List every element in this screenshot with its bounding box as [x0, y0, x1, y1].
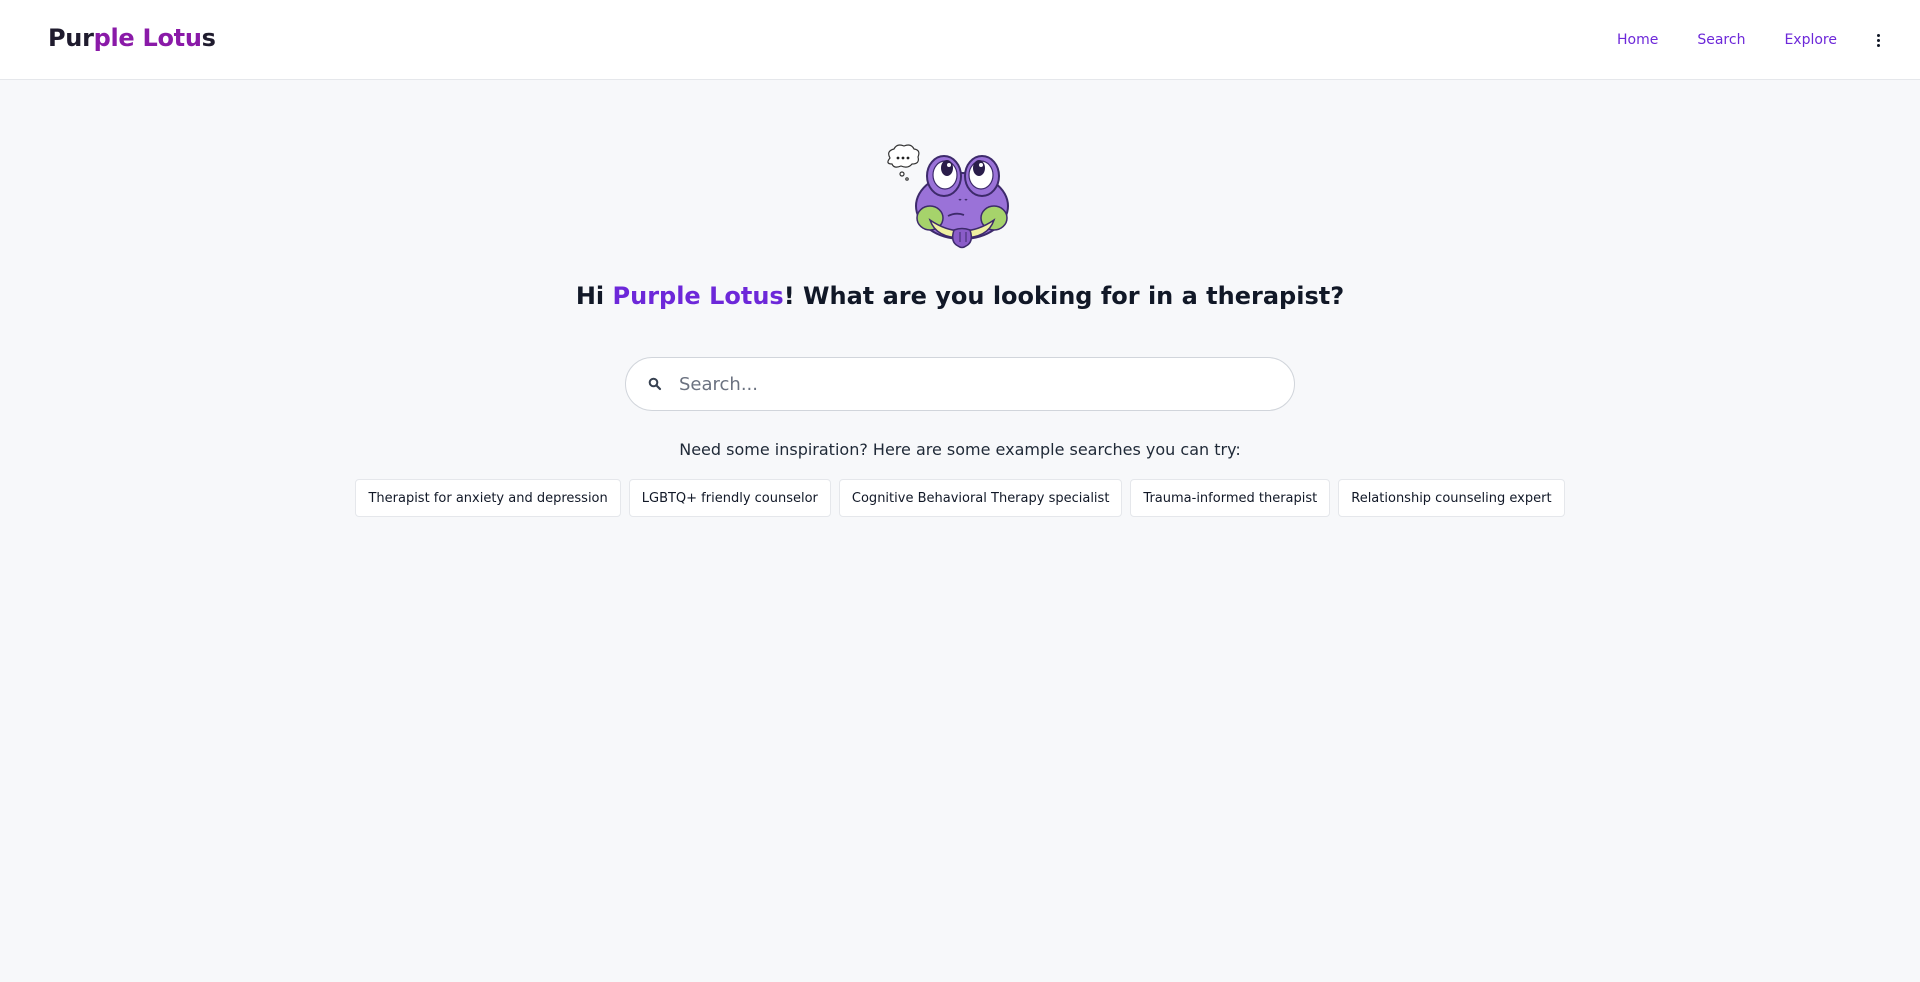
search-icon — [648, 377, 662, 391]
inspiration-text: Need some inspiration? Here are some exa… — [679, 440, 1241, 459]
example-search-chip[interactable]: Therapist for anxiety and depression — [355, 479, 621, 517]
main-nav: Home Search Explore — [1617, 0, 1920, 80]
more-vertical-icon — [1876, 33, 1880, 37]
search-bar — [625, 357, 1295, 411]
thinking-frog-mascot-icon — [887, 144, 1009, 249]
brand-text-end: s — [201, 24, 216, 52]
brand-text-start: Pur — [48, 24, 94, 52]
example-search-chip[interactable]: Cognitive Behavioral Therapy specialist — [838, 479, 1123, 517]
more-menu-button[interactable] — [1868, 28, 1888, 52]
example-searches: Therapist for anxiety and depression LGB… — [0, 479, 1920, 517]
nav-home-link[interactable]: Home — [1617, 32, 1658, 48]
search-input[interactable] — [679, 358, 1294, 410]
brand-logo-link[interactable]: Purple Lotus — [48, 24, 216, 52]
page-title: Hi Purple Lotus! What are you looking fo… — [0, 282, 1920, 310]
more-dot — [1876, 38, 1880, 42]
greeting-prefix: Hi — [575, 282, 613, 310]
brand-text-highlight: ple Lotu — [93, 24, 202, 52]
nav-search-link[interactable]: Search — [1697, 32, 1745, 48]
top-navbar: Purple Lotus Home Search Explore — [0, 0, 1920, 80]
example-search-chip[interactable]: Relationship counseling expert — [1338, 479, 1565, 517]
example-search-chip[interactable]: LGBTQ+ friendly counselor — [628, 479, 831, 517]
nav-explore-link[interactable]: Explore — [1784, 32, 1837, 48]
example-search-chip[interactable]: Trauma-informed therapist — [1130, 479, 1331, 517]
user-name: Purple Lotus — [612, 282, 784, 310]
greeting-question: ! What are you looking for in a therapis… — [783, 282, 1345, 310]
more-dot — [1876, 43, 1880, 47]
